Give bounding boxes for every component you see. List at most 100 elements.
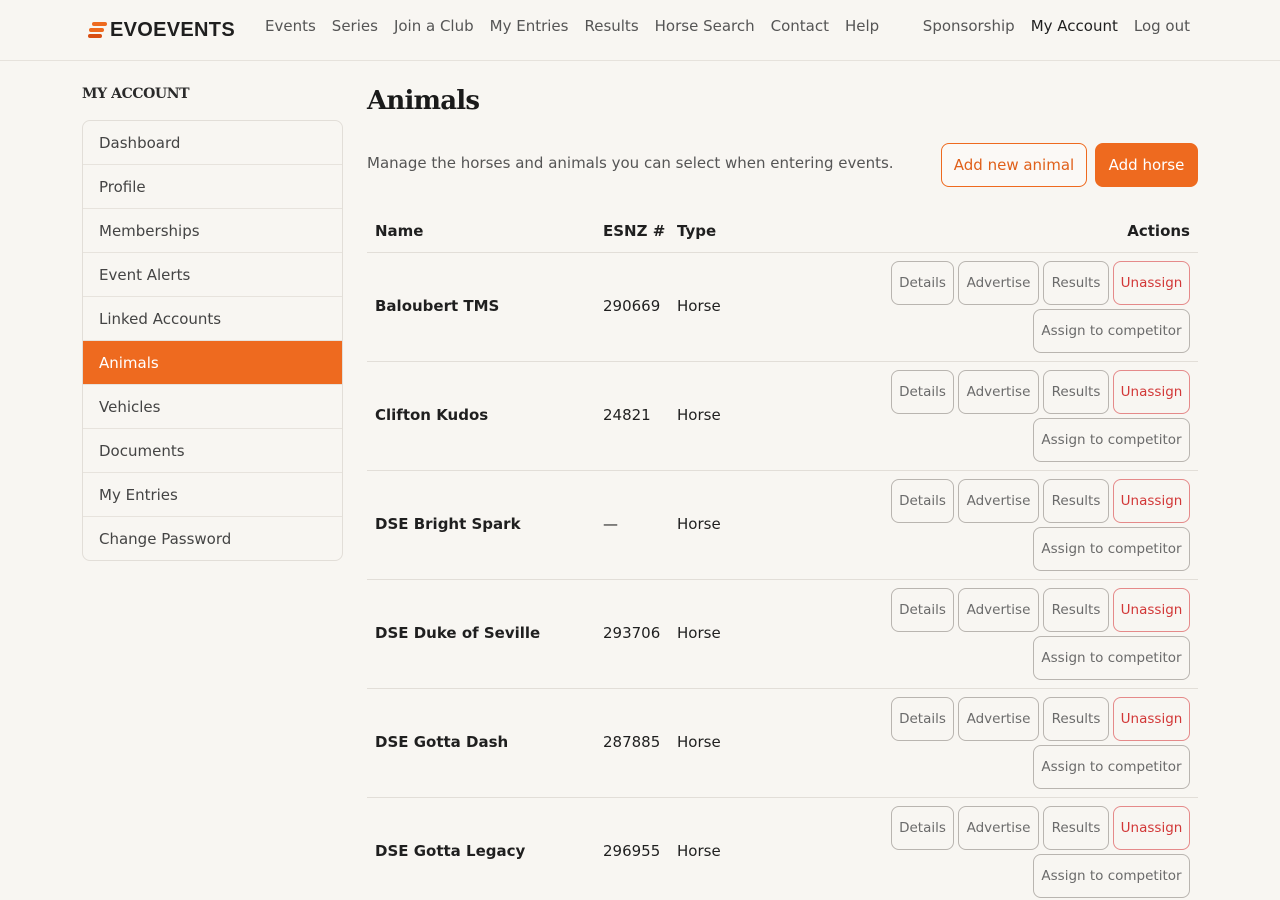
details-button[interactable]: Details <box>891 261 954 305</box>
assign-to-competitor-button[interactable]: Assign to competitor <box>1033 527 1190 571</box>
sidebar-item-my-entries[interactable]: My Entries <box>83 473 342 517</box>
nav-horse-search[interactable]: Horse Search <box>655 17 755 35</box>
header-actions: Actions <box>1127 222 1190 240</box>
unassign-button[interactable]: Unassign <box>1113 479 1190 523</box>
results-button[interactable]: Results <box>1043 261 1109 305</box>
nav-log-out[interactable]: Log out <box>1134 17 1190 35</box>
table-row: DSE Duke of Seville 293706 Horse Details… <box>367 580 1198 689</box>
nav-series[interactable]: Series <box>332 17 378 35</box>
assign-to-competitor-button[interactable]: Assign to competitor <box>1033 309 1190 353</box>
table-header: Name ESNZ # Type Actions <box>367 210 1198 253</box>
nav-results[interactable]: Results <box>584 17 638 35</box>
results-button[interactable]: Results <box>1043 806 1109 850</box>
row-actions: Details Advertise Results Unassign Assig… <box>890 806 1190 898</box>
results-button[interactable]: Results <box>1043 588 1109 632</box>
nav-my-entries[interactable]: My Entries <box>490 17 569 35</box>
results-button[interactable]: Results <box>1043 479 1109 523</box>
unassign-button[interactable]: Unassign <box>1113 806 1190 850</box>
animal-type: Horse <box>677 515 721 533</box>
account-nav: Sponsorship My Account Log out <box>923 17 1190 35</box>
sidebar-item-dashboard[interactable]: Dashboard <box>83 121 342 165</box>
animal-type: Horse <box>677 624 721 642</box>
row-actions: Details Advertise Results Unassign Assig… <box>890 697 1190 789</box>
sidebar-item-animals[interactable]: Animals <box>83 341 342 385</box>
advertise-button[interactable]: Advertise <box>958 697 1039 741</box>
unassign-button[interactable]: Unassign <box>1113 697 1190 741</box>
nav-join-a-club[interactable]: Join a Club <box>394 17 474 35</box>
details-button[interactable]: Details <box>891 806 954 850</box>
assign-to-competitor-button[interactable]: Assign to competitor <box>1033 745 1190 789</box>
table-row: DSE Gotta Legacy 296955 Horse Details Ad… <box>367 798 1198 900</box>
animal-type: Horse <box>677 406 721 424</box>
sidebar-item-event-alerts[interactable]: Event Alerts <box>83 253 342 297</box>
details-button[interactable]: Details <box>891 588 954 632</box>
sidebar-item-profile[interactable]: Profile <box>83 165 342 209</box>
logo[interactable]: EVOEVENTS <box>88 18 235 42</box>
advertise-button[interactable]: Advertise <box>958 370 1039 414</box>
animal-esnz: 296955 <box>603 842 661 860</box>
unassign-button[interactable]: Unassign <box>1113 370 1190 414</box>
assign-to-competitor-button[interactable]: Assign to competitor <box>1033 854 1190 898</box>
animal-esnz: 24821 <box>603 406 651 424</box>
unassign-button[interactable]: Unassign <box>1113 588 1190 632</box>
sidebar-item-change-password[interactable]: Change Password <box>83 517 342 560</box>
results-button[interactable]: Results <box>1043 370 1109 414</box>
advertise-button[interactable]: Advertise <box>958 806 1039 850</box>
nav-contact[interactable]: Contact <box>771 17 829 35</box>
animal-esnz: 287885 <box>603 733 661 751</box>
animal-type: Horse <box>677 842 721 860</box>
logo-mark-icon <box>88 21 108 39</box>
details-button[interactable]: Details <box>891 479 954 523</box>
animal-esnz: 290669 <box>603 297 661 315</box>
main-nav: Events Series Join a Club My Entries Res… <box>265 17 879 35</box>
sidebar-item-memberships[interactable]: Memberships <box>83 209 342 253</box>
table-row: DSE Bright Spark — Horse Details Adverti… <box>367 471 1198 580</box>
main-content: Animals Manage the horses and animals yo… <box>367 86 1198 900</box>
animal-name: DSE Gotta Legacy <box>375 842 526 860</box>
sidebar-title: MY ACCOUNT <box>82 86 190 102</box>
sidebar-item-documents[interactable]: Documents <box>83 429 342 473</box>
row-actions: Details Advertise Results Unassign Assig… <box>890 261 1190 353</box>
nav-my-account[interactable]: My Account <box>1031 17 1118 35</box>
row-actions: Details Advertise Results Unassign Assig… <box>890 479 1190 571</box>
animal-name: Clifton Kudos <box>375 406 489 424</box>
row-actions: Details Advertise Results Unassign Assig… <box>890 588 1190 680</box>
page-intro: Manage the horses and animals you can se… <box>367 154 894 172</box>
advertise-button[interactable]: Advertise <box>958 261 1039 305</box>
header-type: Type <box>677 222 717 240</box>
animal-name: DSE Bright Spark <box>375 515 521 533</box>
animals-table-body: Baloubert TMS 290669 Horse Details Adver… <box>367 253 1198 900</box>
table-row: DSE Gotta Dash 287885 Horse Details Adve… <box>367 689 1198 798</box>
nav-help[interactable]: Help <box>845 17 879 35</box>
header-name: Name <box>375 222 424 240</box>
unassign-button[interactable]: Unassign <box>1113 261 1190 305</box>
animal-name: DSE Gotta Dash <box>375 733 509 751</box>
animal-type: Horse <box>677 297 721 315</box>
logo-text: EVOEVENTS <box>110 18 235 41</box>
sidebar-menu: Dashboard Profile Memberships Event Aler… <box>82 120 343 561</box>
animal-name: DSE Duke of Seville <box>375 624 541 642</box>
nav-events[interactable]: Events <box>265 17 316 35</box>
sidebar-item-linked-accounts[interactable]: Linked Accounts <box>83 297 342 341</box>
add-horse-button[interactable]: Add horse <box>1095 143 1198 187</box>
nav-sponsorship[interactable]: Sponsorship <box>923 17 1015 35</box>
animal-esnz: — <box>603 515 618 533</box>
table-row: Clifton Kudos 24821 Horse Details Advert… <box>367 362 1198 471</box>
add-new-animal-button[interactable]: Add new animal <box>941 143 1087 187</box>
assign-to-competitor-button[interactable]: Assign to competitor <box>1033 636 1190 680</box>
results-button[interactable]: Results <box>1043 697 1109 741</box>
animal-name: Baloubert TMS <box>375 297 500 315</box>
animal-esnz: 293706 <box>603 624 661 642</box>
details-button[interactable]: Details <box>891 370 954 414</box>
advertise-button[interactable]: Advertise <box>958 588 1039 632</box>
row-actions: Details Advertise Results Unassign Assig… <box>890 370 1190 462</box>
animal-type: Horse <box>677 733 721 751</box>
intro-row: Manage the horses and animals you can se… <box>367 120 1198 210</box>
advertise-button[interactable]: Advertise <box>958 479 1039 523</box>
details-button[interactable]: Details <box>891 697 954 741</box>
sidebar-item-vehicles[interactable]: Vehicles <box>83 385 342 429</box>
table-row: Baloubert TMS 290669 Horse Details Adver… <box>367 253 1198 362</box>
assign-to-competitor-button[interactable]: Assign to competitor <box>1033 418 1190 462</box>
account-sidebar: MY ACCOUNT Dashboard Profile Memberships… <box>82 86 343 561</box>
header-esnz: ESNZ # <box>603 222 666 240</box>
